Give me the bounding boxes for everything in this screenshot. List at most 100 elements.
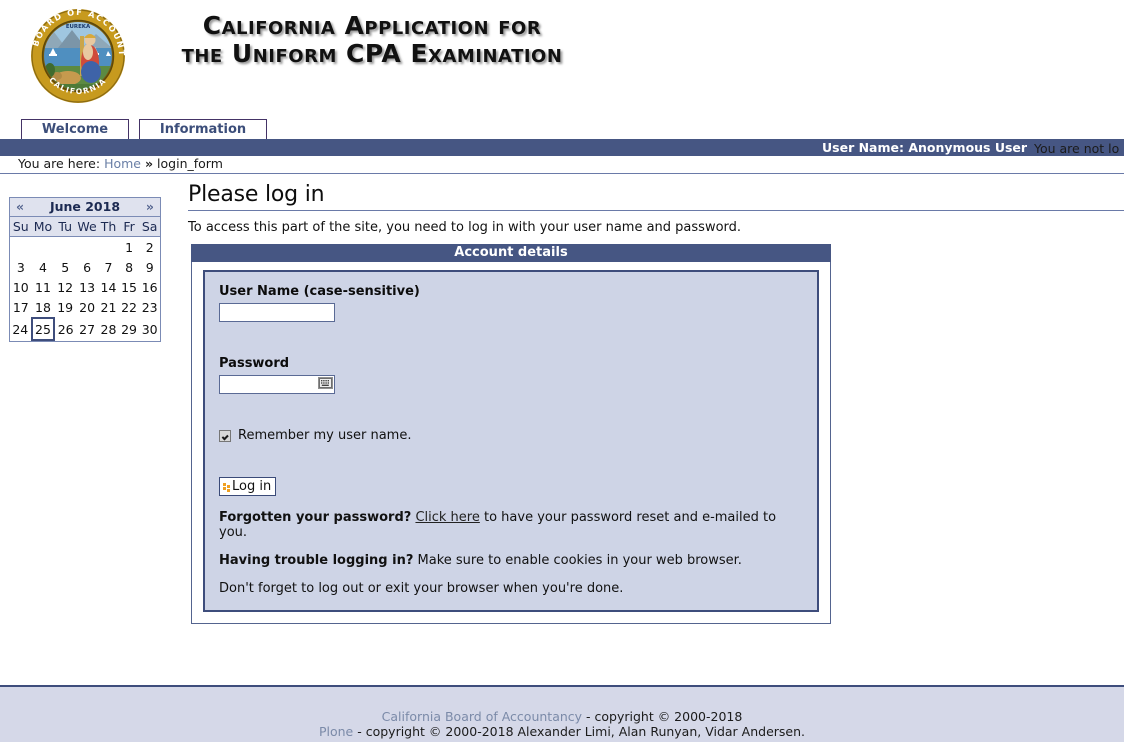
trouble-logging-in-help: Having trouble logging in? Make sure to … <box>219 553 803 568</box>
login-status-label: You are not lo <box>1034 141 1120 156</box>
remember-username-checkbox[interactable] <box>219 429 231 442</box>
trouble-rest: Make sure to enable cookies in your web … <box>417 552 742 568</box>
calendar-day[interactable]: 2 <box>139 236 160 257</box>
footer-line-2: Plone - copyright © 2000-2018 Alexander … <box>0 724 1124 739</box>
calendar-day[interactable]: 5 <box>54 257 76 277</box>
footer-copyright-1: - copyright © 2000-2018 <box>586 709 743 724</box>
calendar-day[interactable]: 22 <box>118 297 140 318</box>
forgot-password-link[interactable]: Click here <box>415 510 479 525</box>
calendar-weekday: Su <box>10 217 32 237</box>
calendar-day[interactable]: 27 <box>75 318 99 340</box>
calendar-day-empty <box>54 236 76 257</box>
user-name-label: User Name: Anonymous User <box>822 140 1028 155</box>
calendar-day-empty <box>75 236 99 257</box>
calendar-day[interactable]: 18 <box>31 297 55 318</box>
calendar-day[interactable]: 20 <box>75 297 99 318</box>
calendar-header: « June 2018 » <box>10 198 160 217</box>
calendar-day[interactable]: 1 <box>118 236 140 257</box>
log-in-button-label: Log in <box>232 479 272 494</box>
calendar-day[interactable]: 3 <box>10 257 32 277</box>
page-title: Please log in <box>188 182 1124 211</box>
calendar-body: 1 2 3 4 5 6 7 8 9 10 11 12 13 14 15 16 17 18 19 20 21 22 23 24 2… <box>10 236 160 341</box>
calendar-day[interactable]: 11 <box>31 277 55 297</box>
calendar-day[interactable]: 19 <box>54 297 76 318</box>
seal-graphic: BOARD OF ACCOUNTANCY CALIFORNIA EUREKA <box>23 0 127 105</box>
page-title-banner: California Application for the Uniform C… <box>172 12 572 68</box>
form-body: User Name (case-sensitive) Password Reme… <box>191 262 831 624</box>
main-navigation-tabs: Welcome Information <box>0 119 1124 141</box>
account-details-fieldset: User Name (case-sensitive) Password Reme… <box>203 270 819 612</box>
remember-username-label: Remember my user name. <box>238 428 412 443</box>
username-label: User Name (case-sensitive) <box>219 284 420 299</box>
log-in-button[interactable]: Log in <box>219 477 277 496</box>
calendar-day[interactable]: 9 <box>139 257 160 277</box>
cba-seal-logo[interactable]: BOARD OF ACCOUNTANCY CALIFORNIA EUREKA <box>23 0 128 106</box>
breadcrumb-prefix: You are here: <box>18 156 101 171</box>
calendar-day-today[interactable]: 25 <box>30 317 56 341</box>
calendar-day[interactable]: 17 <box>10 297 32 318</box>
site-header: BOARD OF ACCOUNTANCY CALIFORNIA EUREKA C… <box>0 0 1124 115</box>
footer-line-1: California Board of Accountancy - copyri… <box>0 709 1124 724</box>
forgot-password-help: Forgotten your password? Click here to h… <box>219 510 803 540</box>
log-in-button-icon <box>223 482 230 492</box>
calendar-day[interactable]: 30 <box>139 318 160 340</box>
calendar-weekday: Th <box>98 217 119 237</box>
personal-bar: User Name: Anonymous User You are not lo <box>0 139 1124 156</box>
calendar-weekday: Sa <box>139 217 160 237</box>
calendar-day[interactable]: 29 <box>118 318 140 340</box>
calendar-day[interactable]: 6 <box>75 257 99 277</box>
login-form-box: Account details User Name (case-sensitiv… <box>191 244 831 624</box>
calendar-grid: Su Mo Tu We Th Fr Sa 1 2 3 4 5 6 7 8 9 10 11 12 13 14… <box>10 217 160 341</box>
breadcrumb-link-home[interactable]: Home <box>104 156 141 171</box>
calendar-weekday: Fr <box>118 217 140 237</box>
calendar-month-title: June 2018 <box>49 199 121 214</box>
calendar-day-empty <box>10 236 32 257</box>
calendar-day[interactable]: 28 <box>98 318 119 340</box>
calendar-day[interactable]: 15 <box>118 277 140 297</box>
breadcrumb-separator: » <box>144 156 154 171</box>
footer-link-cba[interactable]: California Board of Accountancy <box>382 709 582 724</box>
username-input[interactable] <box>219 303 335 322</box>
calendar-day[interactable]: 13 <box>75 277 99 297</box>
tab-information[interactable]: Information <box>139 119 267 139</box>
password-label: Password <box>219 356 290 371</box>
trouble-bold: Having trouble logging in? <box>219 552 414 568</box>
calendar-day-empty <box>31 236 55 257</box>
calendar-weekday-row: Su Mo Tu We Th Fr Sa <box>10 217 160 237</box>
calendar-day[interactable]: 23 <box>139 297 160 318</box>
calendar-day[interactable]: 24 <box>10 318 32 340</box>
calendar-day[interactable]: 4 <box>31 257 55 277</box>
logout-reminder: Don't forget to log out or exit your bro… <box>219 580 624 596</box>
site-title-line-2: the Uniform CPA Examination <box>181 39 563 68</box>
calendar-day-empty <box>98 236 119 257</box>
site-title-line-1: California Application for <box>202 11 542 40</box>
calendar-weekday: Tu <box>54 217 76 237</box>
footer-link-plone[interactable]: Plone <box>319 724 353 739</box>
calendar-week-row: 3456789 <box>10 257 160 277</box>
form-header-account-details: Account details <box>191 244 831 262</box>
tab-information-label: Information <box>159 122 247 137</box>
calendar-weekday: Mo <box>31 217 55 237</box>
calendar-next-month-icon[interactable]: » <box>146 198 154 216</box>
calendar-day[interactable]: 14 <box>98 277 119 297</box>
site-footer: California Board of Accountancy - copyri… <box>0 685 1124 742</box>
calendar-day[interactable]: 8 <box>118 257 140 277</box>
footer-copyright-2: - copyright © 2000-2018 Alexander Limi, … <box>357 724 806 739</box>
calendar-day[interactable]: 16 <box>139 277 160 297</box>
breadcrumb: You are here: Home » login_form <box>0 156 1124 174</box>
calendar-day[interactable]: 12 <box>54 277 76 297</box>
tab-welcome-label: Welcome <box>41 122 109 137</box>
remember-username-row[interactable]: Remember my user name. <box>219 428 803 443</box>
calendar-week-row: 12 <box>10 236 160 257</box>
calendar-day[interactable]: 21 <box>98 297 119 318</box>
forgot-password-bold: Forgotten your password? <box>219 509 412 525</box>
calendar-day[interactable]: 7 <box>98 257 119 277</box>
tab-welcome[interactable]: Welcome <box>21 119 129 139</box>
calendar-week-row: 17 18 19 20 21 22 23 <box>10 297 160 318</box>
calendar-weekday: We <box>75 217 99 237</box>
keyboard-icon[interactable] <box>318 377 333 389</box>
calendar-day[interactable]: 26 <box>54 318 76 340</box>
calendar-day[interactable]: 10 <box>10 277 32 297</box>
calendar-prev-month-icon[interactable]: « <box>16 198 24 216</box>
calendar-week-row: 10 11 12 13 14 15 16 <box>10 277 160 297</box>
